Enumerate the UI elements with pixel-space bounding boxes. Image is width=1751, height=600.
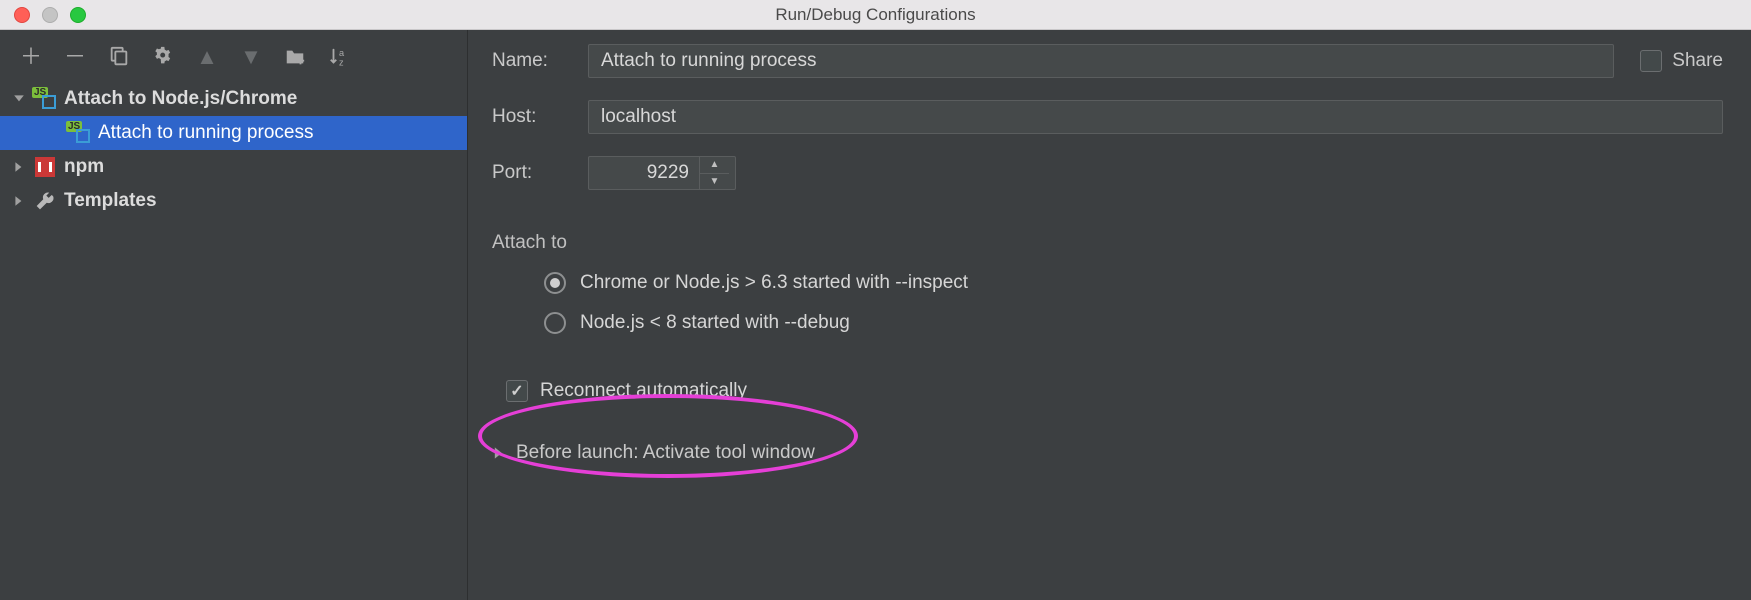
- tree-node-label: Attach to Node.js/Chrome: [64, 88, 297, 110]
- copy-button[interactable]: [106, 44, 132, 70]
- tree-node-attach-running-process[interactable]: JS Attach to running process: [0, 116, 467, 150]
- port-row: Port: ▲ ▼: [492, 156, 1723, 190]
- configurations-toolbar: ＋ － ▲ ▼ az: [0, 30, 467, 80]
- chevron-right-icon: [12, 194, 26, 208]
- move-down-button[interactable]: ▼: [238, 44, 264, 70]
- zoom-window-button[interactable]: [70, 7, 86, 23]
- tree-node-attach-nodejs-chrome[interactable]: JS Attach to Node.js/Chrome: [0, 82, 467, 116]
- tree-node-templates[interactable]: Templates: [0, 184, 467, 218]
- port-input[interactable]: [589, 157, 699, 189]
- share-checkbox-row[interactable]: Share: [1640, 50, 1723, 72]
- tree-node-label: npm: [64, 156, 104, 178]
- host-input[interactable]: [588, 100, 1723, 134]
- before-launch-section[interactable]: Before launch: Activate tool window: [492, 442, 1723, 464]
- share-checkbox[interactable]: [1640, 50, 1662, 72]
- window-controls: [0, 7, 86, 23]
- attach-radio-debug[interactable]: Node.js < 8 started with --debug: [544, 312, 1723, 334]
- npm-icon: [34, 156, 56, 178]
- port-step-down[interactable]: ▼: [700, 174, 729, 190]
- chevron-down-icon: [12, 92, 26, 106]
- name-label: Name:: [492, 50, 588, 72]
- remove-button[interactable]: －: [62, 44, 88, 70]
- port-step-up[interactable]: ▲: [700, 157, 729, 174]
- wrench-icon: [34, 190, 56, 212]
- folder-button[interactable]: [282, 44, 308, 70]
- add-button[interactable]: ＋: [18, 44, 44, 70]
- port-label: Port:: [492, 162, 588, 184]
- svg-text:z: z: [339, 57, 344, 67]
- attach-to-section-label: Attach to: [492, 232, 1723, 254]
- radio-label: Node.js < 8 started with --debug: [580, 312, 850, 334]
- sort-button[interactable]: az: [326, 44, 352, 70]
- configuration-form: Name: Share Host: Port: ▲ ▼: [468, 30, 1751, 600]
- minimize-window-button[interactable]: [42, 7, 58, 23]
- close-window-button[interactable]: [14, 7, 30, 23]
- share-label: Share: [1672, 50, 1723, 72]
- titlebar: Run/Debug Configurations: [0, 0, 1751, 30]
- tree-node-label: Templates: [64, 190, 157, 212]
- workarea: ＋ － ▲ ▼ az: [0, 30, 1751, 600]
- chevron-right-icon: [12, 160, 26, 174]
- window-title: Run/Debug Configurations: [0, 5, 1751, 25]
- radio-label: Chrome or Node.js > 6.3 started with --i…: [580, 272, 968, 294]
- configurations-tree[interactable]: JS Attach to Node.js/Chrome JS Attach to…: [0, 80, 467, 600]
- before-launch-label: Before launch: Activate tool window: [516, 442, 815, 464]
- tree-node-label: Attach to running process: [98, 122, 313, 144]
- nodejs-chrome-icon: JS: [68, 122, 90, 144]
- reconnect-label: Reconnect automatically: [540, 380, 747, 402]
- edit-defaults-button[interactable]: [150, 44, 176, 70]
- name-row: Name: Share: [492, 44, 1723, 78]
- chevron-right-icon: [492, 446, 506, 460]
- move-up-button[interactable]: ▲: [194, 44, 220, 70]
- attach-radio-inspect[interactable]: Chrome or Node.js > 6.3 started with --i…: [544, 272, 1723, 294]
- host-row: Host:: [492, 100, 1723, 134]
- port-spin-buttons: ▲ ▼: [699, 157, 729, 189]
- host-label: Host:: [492, 106, 588, 128]
- tree-node-npm[interactable]: npm: [0, 150, 467, 184]
- reconnect-checkbox[interactable]: [506, 380, 528, 402]
- name-input[interactable]: [588, 44, 1614, 78]
- main-split: ＋ － ▲ ▼ az: [0, 30, 1751, 600]
- nodejs-chrome-icon: JS: [34, 88, 56, 110]
- left-panel: ＋ － ▲ ▼ az: [0, 30, 468, 600]
- radio-button[interactable]: [544, 312, 566, 334]
- port-spinner[interactable]: ▲ ▼: [588, 156, 736, 190]
- radio-button[interactable]: [544, 272, 566, 294]
- reconnect-checkbox-row[interactable]: Reconnect automatically: [506, 380, 1723, 402]
